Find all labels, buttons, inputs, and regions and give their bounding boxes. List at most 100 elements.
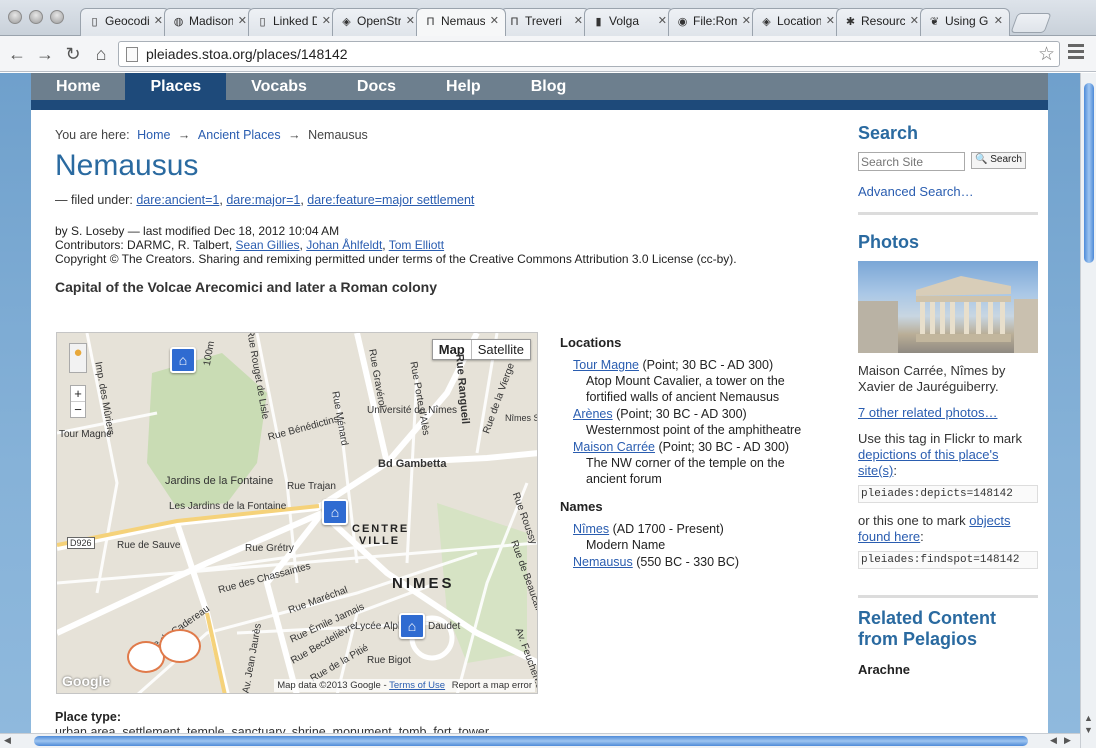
url-text[interactable]: pleiades.stoa.org/places/148142: [146, 46, 348, 62]
findspot-tag[interactable]: pleiades:findspot=148142: [858, 551, 1038, 569]
close-tab-icon[interactable]: ✕: [154, 14, 163, 27]
close-tab-icon[interactable]: ✕: [658, 14, 667, 27]
vertical-scroll-thumb[interactable]: [1084, 83, 1094, 263]
name-link[interactable]: Nîmes: [573, 522, 609, 536]
contributor-link[interactable]: Sean Gillies: [236, 238, 300, 252]
close-window-button[interactable]: [8, 10, 22, 24]
page-icon: ▯: [259, 16, 266, 28]
street-view-pegman-icon[interactable]: ●: [69, 343, 87, 373]
names-heading: Names: [560, 499, 603, 514]
horizontal-scroll-thumb[interactable]: [34, 736, 1028, 746]
reload-icon[interactable]: ↻: [62, 43, 84, 65]
browser-menu-icon[interactable]: [1068, 44, 1084, 62]
breadcrumb-home-link[interactable]: Home: [137, 128, 170, 142]
zoom-out-button[interactable]: −: [71, 401, 85, 417]
nav-item-vocabs[interactable]: Vocabs: [226, 73, 332, 100]
back-arrow-icon[interactable]: ←: [6, 43, 28, 65]
bookmark-star-icon[interactable]: ☆: [1038, 43, 1055, 66]
tab-madison[interactable]: ◍ Madison ✕: [164, 8, 254, 36]
tab-openstreetmap[interactable]: ◈ OpenStreetMap ✕: [332, 8, 422, 36]
scroll-right-arrow-icon[interactable]: ▶: [1064, 735, 1071, 746]
map-icon: ◈: [762, 16, 771, 28]
contributor-link[interactable]: Tom Elliott: [389, 238, 444, 252]
depictions-link[interactable]: depictions of this place's site(s): [858, 447, 999, 478]
close-tab-icon[interactable]: ✕: [406, 14, 415, 27]
place-type-value: urban area, settlement, temple, sanctuar…: [55, 725, 489, 733]
map-label: Nîmes St Gilles: [505, 413, 537, 423]
close-tab-icon[interactable]: ✕: [910, 14, 919, 27]
names-list: Nîmes (AD 1700 - Present) Modern Name Nema…: [560, 521, 820, 570]
place-type-label: Place type:: [55, 710, 122, 724]
search-button[interactable]: 🔍 Search: [971, 152, 1026, 169]
location-link[interactable]: Arènes: [573, 407, 613, 421]
nav-item-home[interactable]: Home: [31, 73, 125, 100]
terms-of-use-link[interactable]: Terms of Use: [389, 680, 445, 691]
new-tab-button[interactable]: [1010, 13, 1052, 33]
tab-resources[interactable]: ✱ Resources ✕: [836, 8, 926, 36]
document-byline: by S. Loseby — last modified Dec 18, 201…: [55, 224, 835, 266]
leaf-icon: ❦: [929, 16, 940, 28]
author-line: by S. Loseby — last modified Dec 18, 201…: [55, 224, 340, 238]
close-tab-icon[interactable]: ✕: [994, 14, 1003, 27]
breadcrumb: You are here: Home → Ancient Places → Ne…: [55, 128, 835, 142]
breadcrumb-separator: →: [177, 128, 191, 142]
tag-link[interactable]: dare:feature=major settlement: [307, 193, 474, 207]
scroll-down-arrow-icon[interactable]: ▼: [1084, 725, 1093, 735]
vertical-scrollbar[interactable]: ▲ ▼: [1080, 73, 1096, 748]
zoom-window-button[interactable]: [50, 10, 64, 24]
nav-item-help[interactable]: Help: [421, 73, 506, 100]
tab-treveri[interactable]: Π Treveri ✕: [500, 8, 590, 36]
horizontal-scrollbar[interactable]: ◀ ◀ ▶: [0, 733, 1080, 748]
nav-item-places[interactable]: Places: [125, 73, 227, 100]
advanced-search-link[interactable]: Advanced Search…: [858, 184, 1038, 199]
copyright-line: Copyright © The Creators. Sharing and re…: [55, 252, 737, 266]
location-link[interactable]: Maison Carrée: [573, 440, 655, 454]
close-tab-icon[interactable]: ✕: [238, 14, 247, 27]
tab-nemausus[interactable]: Π Nemausus ✕: [416, 8, 506, 36]
minimize-window-button[interactable]: [29, 10, 43, 24]
tab-volga[interactable]: ▮ Volga ✕: [584, 8, 674, 36]
map-type-map-button[interactable]: Map: [433, 340, 472, 359]
tab-geocoding[interactable]: ▯ Geocoding ✕: [80, 8, 170, 36]
forward-arrow-icon[interactable]: →: [34, 43, 56, 65]
maison-carree-photo[interactable]: [858, 261, 1038, 353]
depicts-tag[interactable]: pleiades:depicts=148142: [858, 485, 1038, 503]
scroll-left-arrow-icon[interactable]: ◀: [4, 735, 11, 746]
search-input[interactable]: [858, 152, 965, 171]
address-bar[interactable]: pleiades.stoa.org/places/148142 ☆: [118, 41, 1060, 67]
close-tab-icon[interactable]: ✕: [826, 14, 835, 27]
tab-using-git[interactable]: ❦ Using Git ✕: [920, 8, 1010, 36]
name-link[interactable]: Nemausus: [573, 555, 633, 569]
location-pin-icon[interactable]: ⌂: [399, 613, 425, 639]
location-pin-icon[interactable]: ⌂: [170, 347, 196, 373]
close-tab-icon[interactable]: ✕: [322, 14, 331, 27]
breadcrumb-ancient-places-link[interactable]: Ancient Places: [198, 128, 281, 142]
close-tab-icon[interactable]: ✕: [742, 14, 751, 27]
scroll-left-arrow-icon[interactable]: ◀: [1050, 735, 1057, 746]
home-icon[interactable]: ⌂: [90, 43, 112, 65]
close-tab-icon[interactable]: ✕: [574, 14, 583, 27]
scroll-up-arrow-icon[interactable]: ▲: [1084, 713, 1093, 723]
location-link[interactable]: Tour Magne: [573, 358, 639, 372]
page-icon: [126, 47, 138, 62]
tab-linked-data[interactable]: ▯ Linked Data ✕: [248, 8, 338, 36]
google-map[interactable]: ● + − Map Satellite Bd Gambetta Jardins …: [56, 332, 538, 694]
list-item: Maison Carrée (Point; 30 BC - AD 300): [573, 439, 820, 455]
report-map-error-link[interactable]: Report a map error: [452, 680, 532, 691]
tag-link[interactable]: dare:major=1: [226, 193, 300, 207]
close-tab-icon[interactable]: ✕: [490, 14, 499, 27]
map-label: Rue Grétry: [245, 543, 294, 554]
tab-location[interactable]: ◈ Location ✕: [752, 8, 842, 36]
nav-item-blog[interactable]: Blog: [506, 73, 592, 100]
tab-file-roman[interactable]: ◉ File:Roman ✕: [668, 8, 758, 36]
tag-link[interactable]: dare:ancient=1: [136, 193, 219, 207]
contributor-link[interactable]: Johan Åhlfeldt: [306, 238, 382, 252]
related-content-heading: Related Content from Pelagios: [858, 608, 997, 649]
related-photos-link[interactable]: 7 other related photos…: [858, 405, 997, 420]
map-icon: ◈: [342, 16, 351, 28]
map-type-satellite-button[interactable]: Satellite: [472, 340, 530, 359]
location-pin-icon[interactable]: ⌂: [322, 499, 348, 525]
map-district-label: CENTRE VILLE: [352, 523, 410, 547]
zoom-in-button[interactable]: +: [71, 386, 85, 401]
nav-item-docs[interactable]: Docs: [332, 73, 421, 100]
